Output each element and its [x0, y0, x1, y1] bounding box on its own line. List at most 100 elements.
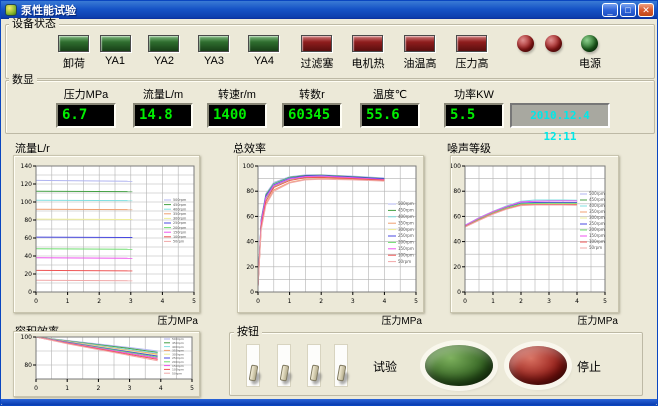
svg-text:250rpm: 250rpm	[398, 233, 414, 238]
svg-text:80: 80	[24, 217, 32, 224]
chart-total-eff-xlabel: 压力MPa	[362, 312, 422, 327]
svg-text:0: 0	[250, 289, 254, 296]
svg-text:200rpm: 200rpm	[398, 240, 414, 245]
svg-text:0: 0	[463, 298, 467, 305]
toggle-switch-3[interactable]	[307, 344, 321, 387]
svg-text:5: 5	[192, 298, 196, 305]
test-button[interactable]	[425, 345, 493, 386]
svg-text:150rpm: 150rpm	[398, 246, 414, 251]
svg-text:50rpm: 50rpm	[172, 371, 182, 375]
display-temp-value: 55.6	[360, 103, 420, 128]
svg-text:150rpm: 150rpm	[173, 230, 187, 234]
svg-text:100: 100	[21, 334, 33, 341]
svg-text:1: 1	[66, 298, 70, 305]
display-label-flow: 流量L/m	[131, 86, 195, 102]
display-label-temp: 温度℃	[358, 86, 422, 102]
svg-text:100: 100	[451, 163, 461, 170]
titlebar[interactable]: 泵性能试验 _ □ ✕	[1, 1, 657, 19]
toggle-switch-2[interactable]	[277, 344, 291, 387]
status-label: YA3	[191, 55, 237, 67]
svg-text:300rpm: 300rpm	[173, 217, 187, 221]
maximize-button[interactable]: □	[620, 3, 636, 17]
display-label-speed: 转速r/m	[205, 86, 269, 102]
svg-text:200rpm: 200rpm	[589, 227, 605, 232]
toggle-switch-4[interactable]	[334, 344, 348, 387]
status-label: YA1	[92, 55, 138, 67]
status-led-ya1	[100, 35, 131, 52]
svg-text:4: 4	[575, 298, 579, 305]
buttons-group-label: 按钮	[234, 326, 262, 338]
status-label: 卸荷	[51, 55, 97, 71]
chart-flow-panel: 012345020406080100120140500rpm450rpm400r…	[13, 155, 200, 313]
status-led-pressure-high	[456, 35, 487, 52]
app-window: 泵性能试验 _ □ ✕ 设备状态 卸荷 YA1 YA2 YA3 YA4 过滤塞 …	[0, 0, 658, 406]
svg-text:50rpm: 50rpm	[173, 240, 185, 244]
power-led-label: 电源	[567, 55, 613, 71]
svg-text:80: 80	[246, 188, 254, 195]
svg-text:2: 2	[97, 298, 101, 305]
chart-noise-title: 噪声等级	[447, 140, 491, 156]
status-label: 压力高	[449, 55, 495, 71]
svg-text:0: 0	[457, 289, 461, 296]
status-label: 电机热	[345, 55, 391, 71]
svg-text:120: 120	[21, 181, 33, 188]
display-label-pressure: 压力MPa	[54, 86, 118, 102]
chart-vol-eff-panel: 01234580100500rpm450rpm400rpm350rpm300rp…	[13, 331, 200, 397]
status-led-motor-hot	[352, 35, 383, 52]
stop-button-label: 停止	[577, 358, 601, 375]
power-led	[581, 35, 598, 52]
svg-text:20: 20	[24, 271, 32, 278]
chart-flow-xlabel: 压力MPa	[138, 312, 198, 327]
digital-display-group-label: 数显	[9, 74, 37, 86]
close-button[interactable]: ✕	[638, 3, 654, 17]
svg-text:0: 0	[34, 298, 38, 305]
svg-text:4: 4	[159, 385, 163, 392]
svg-text:4: 4	[160, 298, 164, 305]
svg-text:100rpm: 100rpm	[398, 252, 414, 257]
svg-text:450rpm: 450rpm	[589, 197, 605, 202]
svg-text:100rpm: 100rpm	[589, 239, 605, 244]
status-led-filter	[301, 35, 332, 52]
svg-text:80: 80	[453, 188, 461, 195]
svg-text:3: 3	[547, 298, 551, 305]
chart-noise-panel: 012345020406080100500rpm450rpm400rpm350r…	[450, 155, 619, 313]
svg-text:300rpm: 300rpm	[589, 215, 605, 220]
status-label: YA2	[141, 55, 187, 67]
svg-text:400rpm: 400rpm	[398, 214, 414, 219]
svg-text:40: 40	[24, 253, 32, 260]
alarm-led-2	[545, 35, 562, 52]
status-label: 过滤塞	[294, 55, 340, 71]
app-icon	[5, 4, 17, 16]
chart-total-eff-plot: 012345020406080100500rpm450rpm400rpm350r…	[238, 156, 423, 312]
chart-total-eff-panel: 012345020406080100500rpm450rpm400rpm350r…	[237, 155, 424, 313]
svg-text:60: 60	[246, 213, 254, 220]
svg-text:5: 5	[603, 298, 607, 305]
svg-text:500rpm: 500rpm	[398, 201, 414, 206]
toggle-switch-1[interactable]	[246, 344, 260, 387]
chart-total-eff-title: 总效率	[233, 140, 266, 156]
status-led-ya2	[148, 35, 179, 52]
svg-text:1: 1	[288, 298, 292, 305]
svg-text:3: 3	[128, 385, 132, 392]
minimize-button[interactable]: _	[602, 3, 618, 17]
display-flow-value: 14.8	[133, 103, 193, 128]
status-led-ya4	[248, 35, 279, 52]
svg-text:60: 60	[24, 235, 32, 242]
svg-text:0: 0	[256, 298, 260, 305]
svg-text:100: 100	[21, 199, 33, 206]
stop-button[interactable]	[509, 346, 567, 385]
chart-flow-title: 流量L/r	[15, 140, 50, 156]
svg-text:400rpm: 400rpm	[589, 203, 605, 208]
svg-text:100: 100	[243, 163, 255, 170]
svg-text:1: 1	[65, 385, 69, 392]
window-bottom-border	[1, 399, 657, 405]
svg-text:2: 2	[96, 385, 100, 392]
svg-text:20: 20	[453, 264, 461, 271]
status-led-oil-temp	[404, 35, 435, 52]
status-label: 油温高	[397, 55, 443, 71]
display-pressure-value: 6.7	[56, 103, 116, 128]
svg-text:250rpm: 250rpm	[589, 221, 605, 226]
display-speed-value: 1400	[207, 103, 267, 128]
alarm-led-1	[517, 35, 534, 52]
svg-text:450rpm: 450rpm	[173, 203, 187, 207]
